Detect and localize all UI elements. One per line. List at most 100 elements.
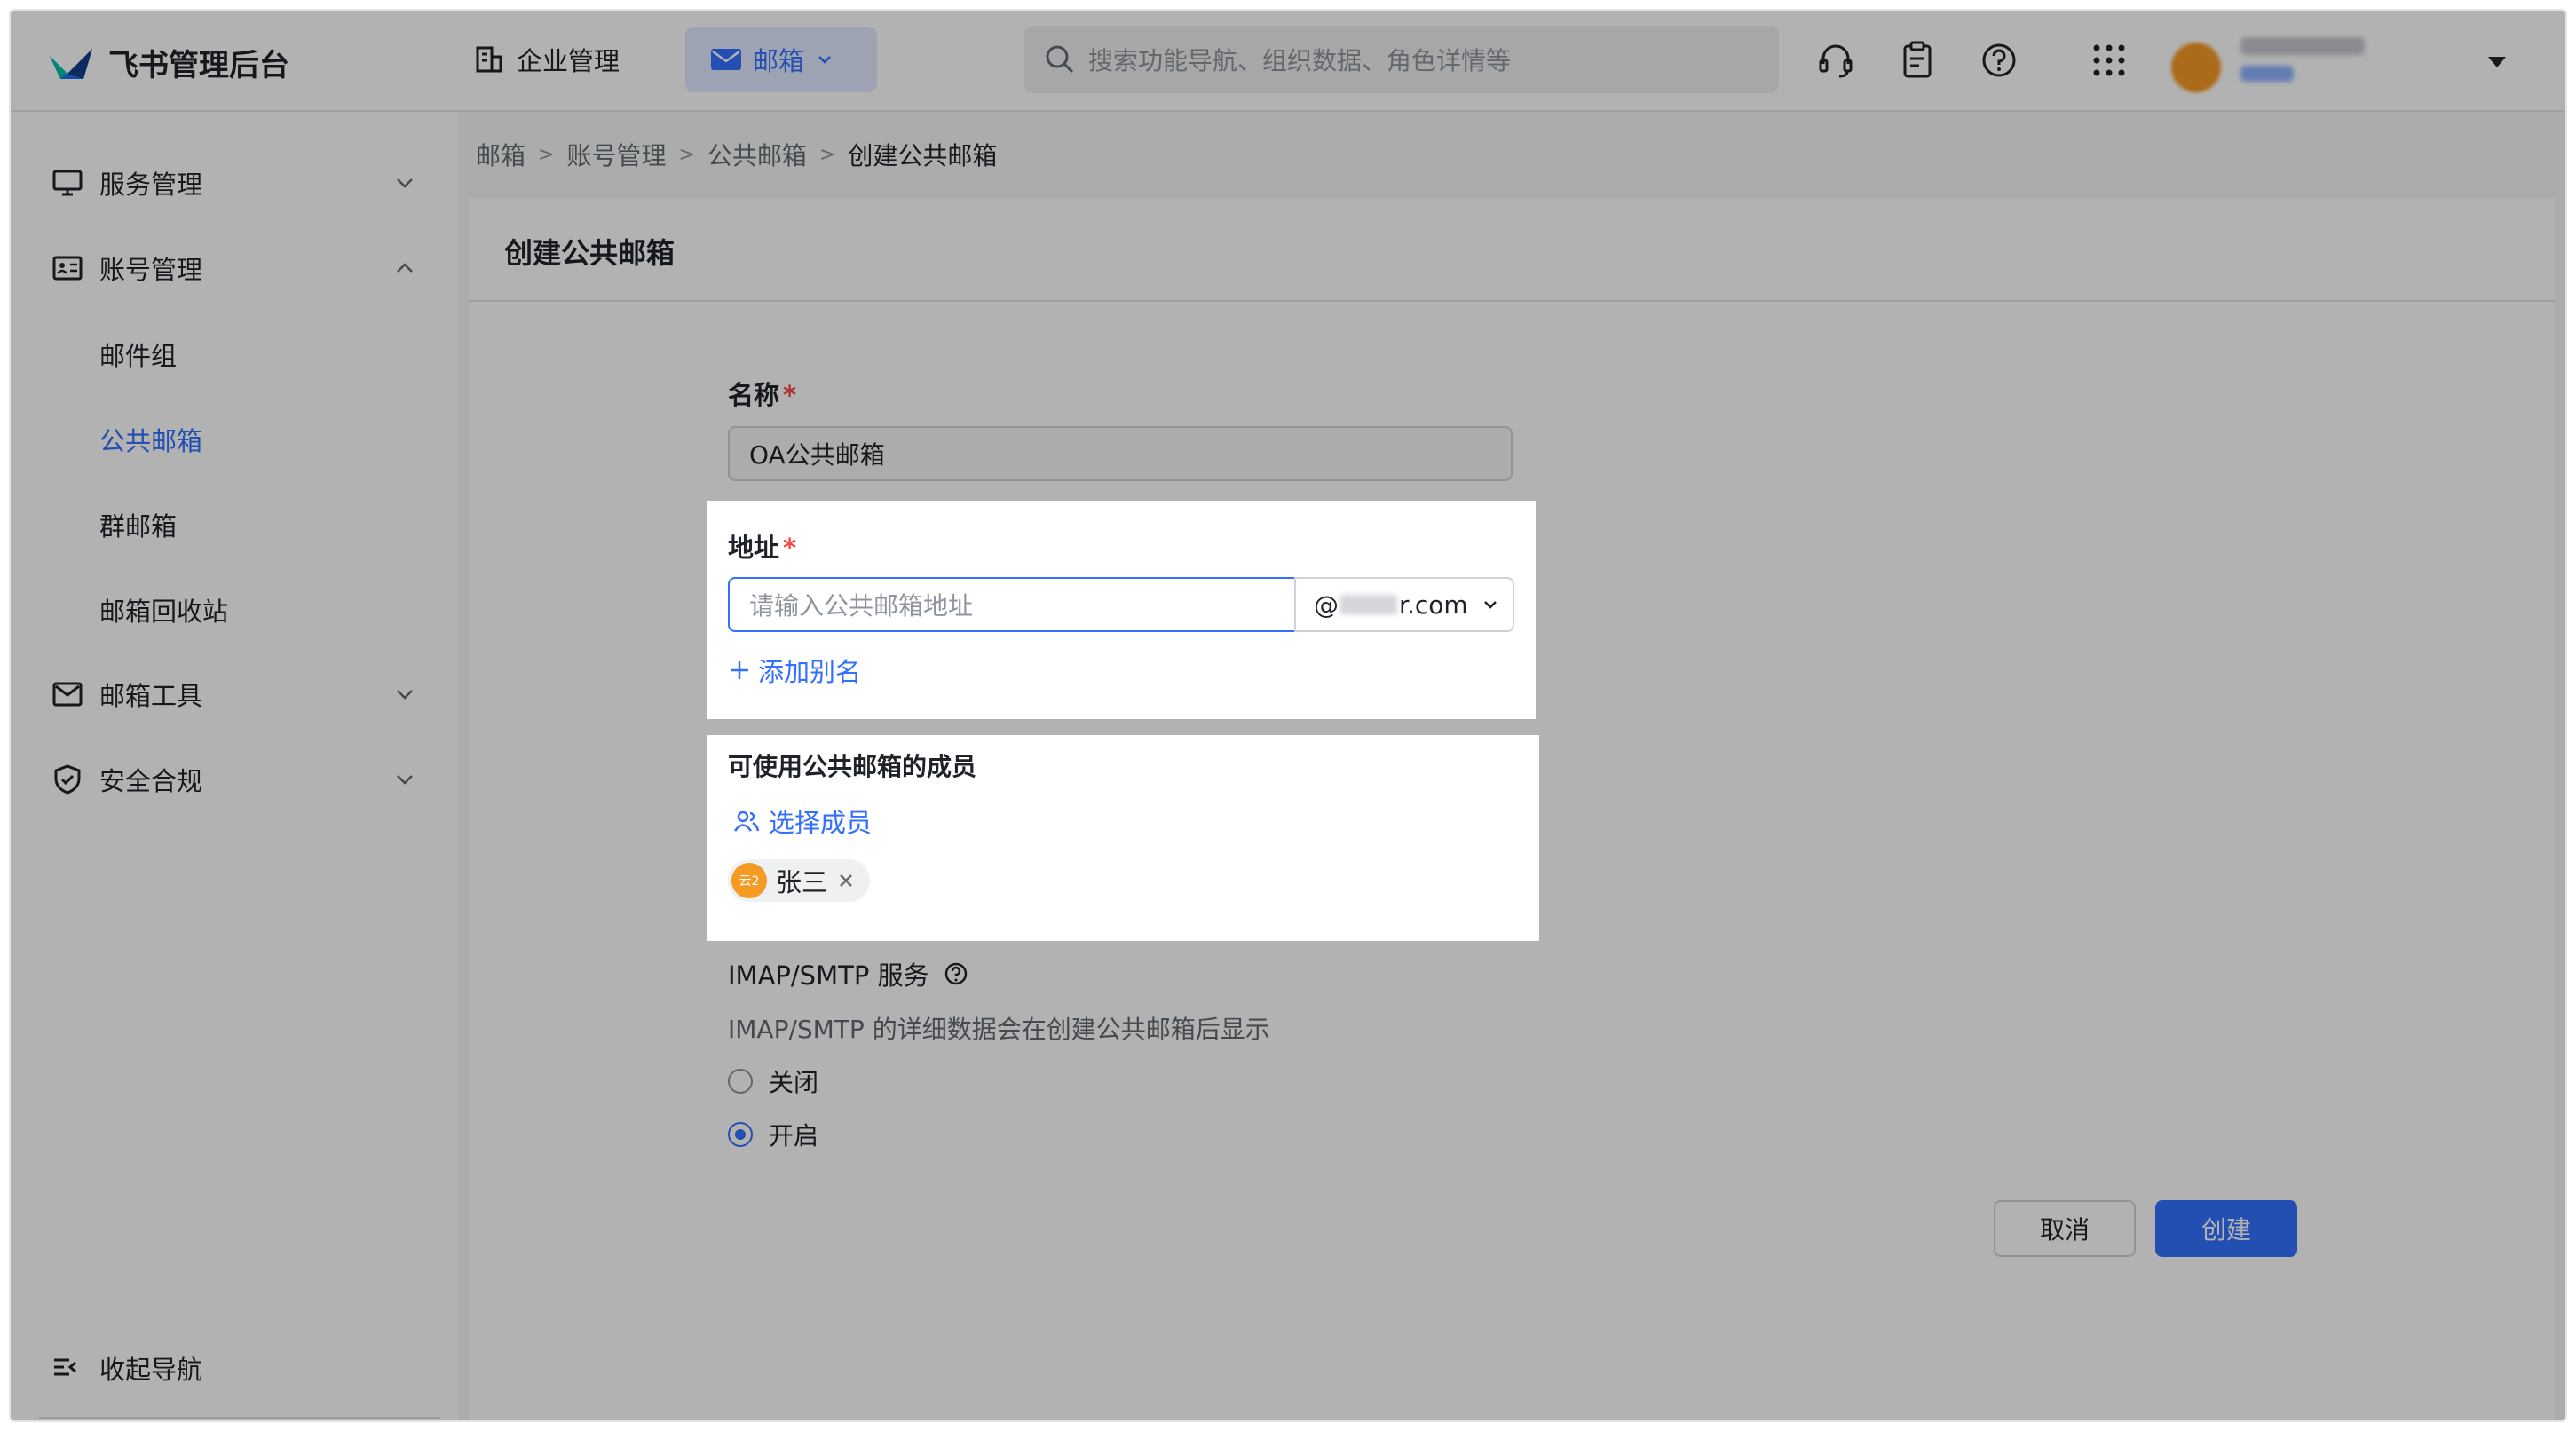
chevron-down-icon <box>818 56 831 64</box>
mail-icon <box>52 682 83 707</box>
sidebar-item-mail-tools[interactable]: 邮箱工具 <box>11 659 458 730</box>
top-header: 飞书管理后台 企业管理 邮箱 搜索功能导航、组织数据、角色详情等 <box>11 11 2565 112</box>
chevron-down-icon <box>397 178 413 188</box>
imap-label: IMAP/SMTP 服务 <box>728 955 968 992</box>
name-input-value: OA公共邮箱 <box>749 440 885 470</box>
radio-imap-off[interactable]: 关闭 <box>728 1063 818 1099</box>
search-icon <box>1046 45 1074 74</box>
sidebar-item-label: 服务管理 <box>99 170 203 200</box>
radio-off-label: 关闭 <box>769 1068 819 1097</box>
help-icon[interactable] <box>944 961 968 986</box>
breadcrumb-mail[interactable]: 邮箱 <box>476 137 525 172</box>
chevron-down-icon <box>397 690 413 700</box>
shield-check-icon <box>54 764 81 795</box>
mail-icon <box>711 49 741 70</box>
collapse-nav-label: 收起导航 <box>99 1355 203 1385</box>
name-label-text: 名称 <box>728 380 780 410</box>
member-name: 张三 <box>776 867 828 897</box>
domain-suffix: r.com <box>1399 589 1468 620</box>
domain-select[interactable]: @ r.com <box>1294 577 1514 632</box>
add-alias-label: 添加别名 <box>758 657 862 687</box>
monitor-icon <box>52 170 83 196</box>
create-button[interactable]: 创建 <box>2155 1200 2297 1257</box>
clipboard-icon[interactable] <box>1898 41 1937 80</box>
building-icon <box>476 46 502 73</box>
member-tag: 云2 张三 <box>728 859 871 902</box>
breadcrumb: 邮箱 > 账号管理 > 公共邮箱 > 创建公共邮箱 <box>476 137 997 172</box>
sidebar-item-label: 安全合规 <box>99 766 203 796</box>
breadcrumb-separator: > <box>678 143 695 166</box>
radio-on-label: 开启 <box>769 1121 819 1150</box>
cancel-button[interactable]: 取消 <box>1994 1200 2136 1257</box>
radio-circle <box>728 1069 753 1094</box>
member-avatar: 云2 <box>731 863 767 898</box>
collapse-nav-icon <box>54 1358 76 1376</box>
sidebar-subitem-public-mailbox[interactable]: 公共邮箱 <box>99 421 202 458</box>
create-label: 创建 <box>2201 1215 2251 1245</box>
plus-icon <box>731 661 748 679</box>
select-members-link[interactable]: 选择成员 <box>733 802 872 840</box>
radio-imap-on[interactable]: 开启 <box>728 1117 818 1152</box>
chevron-up-icon <box>397 263 413 273</box>
close-icon[interactable] <box>836 871 856 890</box>
imap-hint: IMAP/SMTP 的详细数据会在创建公共邮箱后显示 <box>728 1015 1270 1044</box>
domain-redacted <box>1340 595 1397 614</box>
app-logo[interactable]: 飞书管理后台 <box>48 41 289 84</box>
members-label: 可使用公共邮箱的成员 <box>728 752 977 781</box>
address-placeholder: 请输入公共邮箱地址 <box>749 591 974 621</box>
id-card-icon <box>52 256 83 281</box>
app-window: 飞书管理后台 企业管理 邮箱 搜索功能导航、组织数据、角色详情等 服务管理 账号… <box>11 11 2565 1420</box>
cancel-label: 取消 <box>2039 1215 2090 1245</box>
sidebar: 服务管理 账号管理 邮件组 公共邮箱 群邮箱 邮箱回收站 邮箱工具 安全合规 收… <box>11 112 458 1420</box>
required-mark: * <box>783 533 797 563</box>
nav-mail-dropdown[interactable]: 邮箱 <box>685 27 877 92</box>
address-section-highlight: 地址 * 请输入公共邮箱地址 @ r.com 添加别名 <box>707 501 1536 719</box>
breadcrumb-account-management[interactable]: 账号管理 <box>566 137 666 172</box>
sidebar-item-label: 邮箱工具 <box>99 681 203 711</box>
address-input[interactable]: 请输入公共邮箱地址 <box>728 577 1296 632</box>
global-search-input[interactable]: 搜索功能导航、组织数据、角色详情等 <box>1024 26 1779 93</box>
nav-mail-label: 邮箱 <box>753 46 805 76</box>
nav-enterprise-management[interactable]: 企业管理 <box>474 37 620 82</box>
sidebar-subitem-mail-group[interactable]: 邮件组 <box>99 336 177 373</box>
title-divider <box>469 300 2555 302</box>
breadcrumb-current: 创建公共邮箱 <box>848 141 998 170</box>
app-grid-icon[interactable] <box>2090 41 2129 80</box>
imap-label-text: IMAP/SMTP 服务 <box>728 961 929 991</box>
search-placeholder: 搜索功能导航、组织数据、角色详情等 <box>1088 46 1512 75</box>
help-icon[interactable] <box>1979 41 2019 80</box>
user-avatar[interactable] <box>2171 43 2221 92</box>
feishu-logo-icon <box>50 48 92 79</box>
chevron-down-icon <box>397 775 413 785</box>
breadcrumb-public-mailbox[interactable]: 公共邮箱 <box>707 137 807 172</box>
add-alias-link[interactable]: 添加别名 <box>728 652 861 689</box>
chevron-down-icon <box>1483 601 1497 609</box>
app-title: 飞书管理后台 <box>108 48 289 83</box>
required-mark: * <box>783 380 797 410</box>
users-icon <box>733 810 760 832</box>
sidebar-subitem-group-mailbox[interactable]: 群邮箱 <box>99 506 177 543</box>
breadcrumb-separator: > <box>538 143 555 166</box>
select-members-label: 选择成员 <box>769 808 873 838</box>
sidebar-subitem-mail-recycle-bin[interactable]: 邮箱回收站 <box>99 591 228 629</box>
breadcrumb-separator: > <box>818 143 836 166</box>
collapse-nav-button[interactable]: 收起导航 <box>51 1349 202 1387</box>
name-label: 名称 * <box>728 375 796 412</box>
sidebar-item-label: 账号管理 <box>99 255 203 285</box>
domain-prefix: @ <box>1314 589 1339 620</box>
address-label: 地址 * <box>728 527 796 565</box>
members-section-highlight: 可使用公共邮箱的成员 选择成员 <box>707 735 1539 941</box>
page-title: 创建公共邮箱 <box>504 236 676 270</box>
headset-support-icon[interactable] <box>1816 41 1855 80</box>
user-name-redacted <box>2240 37 2365 55</box>
sidebar-item-service-management[interactable]: 服务管理 <box>11 147 458 218</box>
sidebar-item-account-management[interactable]: 账号管理 <box>11 233 458 304</box>
nav-enterprise-label: 企业管理 <box>517 46 620 76</box>
sidebar-item-security-compliance[interactable]: 安全合规 <box>11 744 458 815</box>
address-label-text: 地址 <box>728 533 780 563</box>
caret-down-icon[interactable] <box>2484 51 2510 73</box>
name-input[interactable]: OA公共邮箱 <box>728 426 1513 481</box>
radio-circle-selected <box>728 1122 753 1147</box>
sidebar-divider <box>39 1417 440 1419</box>
user-org-redacted <box>2240 66 2294 82</box>
